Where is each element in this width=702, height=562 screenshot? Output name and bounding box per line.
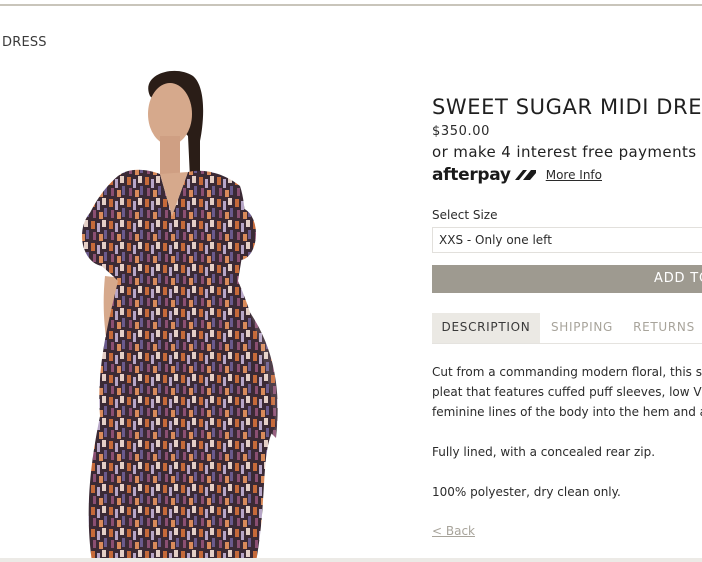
add-to-cart-button[interactable]: ADD TO bbox=[432, 265, 702, 293]
breadcrumb[interactable]: DRESS bbox=[2, 35, 47, 50]
model-photo bbox=[82, 70, 278, 562]
installments-text: or make 4 interest free payments of bbox=[432, 143, 702, 161]
description-line-3: feminine lines of the body into the hem … bbox=[432, 405, 702, 419]
size-select[interactable]: XXS - Only one left bbox=[432, 227, 702, 253]
afterpay-row: afterpay More Info bbox=[432, 163, 602, 187]
more-info-link[interactable]: More Info bbox=[546, 168, 602, 182]
afterpay-arrows-icon bbox=[514, 170, 536, 180]
size-label: Select Size bbox=[432, 208, 498, 222]
footer-edge bbox=[0, 558, 702, 562]
back-link[interactable]: < Back bbox=[432, 524, 475, 538]
product-price: $350.00 bbox=[432, 124, 490, 139]
description-line-1: Cut from a commanding modern floral, thi… bbox=[432, 365, 702, 379]
description-fabric: 100% polyester, dry clean only. bbox=[432, 485, 621, 499]
afterpay-wordmark: afterpay bbox=[432, 165, 511, 185]
product-tabs: DESCRIPTION SHIPPING RETURNS bbox=[432, 313, 702, 344]
description-lining: Fully lined, with a concealed rear zip. bbox=[432, 445, 656, 459]
afterpay-logo: afterpay bbox=[432, 165, 538, 185]
header-divider bbox=[0, 4, 702, 6]
product-title: SWEET SUGAR MIDI DRESS bbox=[432, 95, 702, 119]
tab-description[interactable]: DESCRIPTION bbox=[432, 313, 540, 343]
tab-returns[interactable]: RETURNS bbox=[624, 313, 702, 343]
tab-shipping[interactable]: SHIPPING bbox=[540, 313, 624, 343]
product-image[interactable] bbox=[0, 66, 330, 562]
description-line-2: pleat that features cuffed puff sleeves,… bbox=[432, 385, 702, 399]
